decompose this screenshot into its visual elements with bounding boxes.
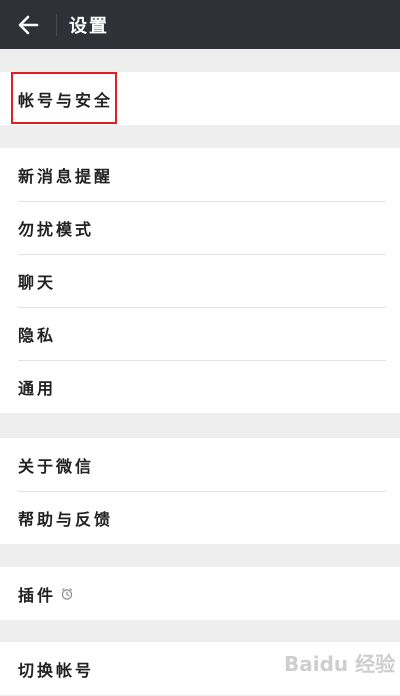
back-arrow-icon [18, 15, 39, 34]
settings-item-privacy[interactable]: 隐私 [0, 307, 400, 360]
settings-item-label: 切换帐号 [18, 660, 95, 680]
baidu-watermark: Baidu 经验 [284, 652, 396, 676]
settings-item-chat[interactable]: 聊天 [0, 254, 400, 307]
settings-item-new-message-alerts[interactable]: 新消息提醒 [0, 148, 400, 201]
notification-group: 新消息提醒 勿扰模式 聊天 隐私 通用 [0, 148, 400, 413]
settings-item-label: 勿扰模式 [18, 219, 95, 239]
settings-item-label: 关于微信 [18, 456, 95, 476]
settings-item-general[interactable]: 通用 [0, 360, 400, 413]
settings-item-label: 通用 [18, 378, 57, 398]
settings-screen: 设置 帐号与安全 新消息提醒 勿扰模式 聊天 隐私 通用 关于微信 帮助与反馈 [0, 0, 400, 696]
plugins-group: 插件 [0, 567, 400, 620]
settings-item-about-wechat[interactable]: 关于微信 [0, 438, 400, 491]
settings-item-help-feedback[interactable]: 帮助与反馈 [0, 491, 400, 544]
plugin-clock-icon [60, 587, 74, 601]
highlight-box [11, 72, 117, 124]
settings-item-label: 新消息提醒 [18, 166, 114, 186]
settings-item-do-not-disturb[interactable]: 勿扰模式 [0, 201, 400, 254]
settings-item-label: 插件 [18, 585, 57, 605]
back-button[interactable] [0, 0, 56, 49]
about-group: 关于微信 帮助与反馈 [0, 438, 400, 544]
page-title: 设置 [69, 15, 109, 37]
settings-item-plugins[interactable]: 插件 [0, 567, 400, 620]
settings-item-label: 隐私 [18, 325, 57, 345]
settings-item-label: 帮助与反馈 [18, 509, 114, 529]
title-divider [56, 13, 57, 36]
title-bar: 设置 [0, 0, 400, 49]
settings-item-label: 聊天 [18, 272, 57, 292]
